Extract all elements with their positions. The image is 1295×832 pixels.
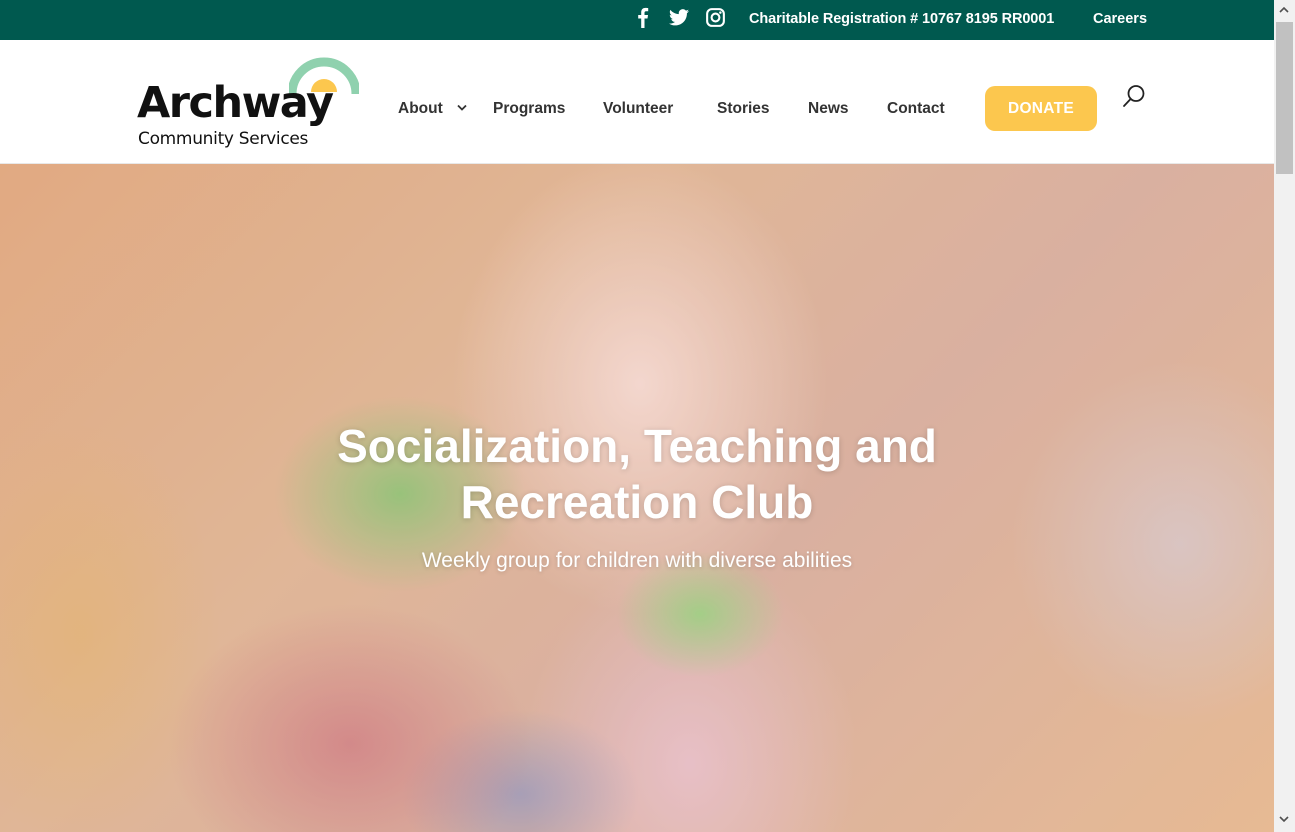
hero-title-line-2: Recreation Club <box>460 476 814 528</box>
nav-contact[interactable]: Contact <box>887 100 945 118</box>
nav-stories[interactable]: Stories <box>717 100 770 118</box>
hero-title: Socialization, Teaching and Recreation C… <box>0 418 1274 530</box>
search-icon[interactable] <box>1122 84 1146 110</box>
hero-title-line-1: Socialization, Teaching and <box>337 420 937 472</box>
scroll-up-icon[interactable] <box>1278 6 1290 14</box>
nav-volunteer[interactable]: Volunteer <box>603 100 673 118</box>
logo-subtitle: Community Services <box>138 129 309 149</box>
logo-wordmark: Archway <box>137 78 334 128</box>
chevron-down-icon[interactable] <box>457 104 467 112</box>
site-header: Archway Community Services About Program… <box>0 40 1274 164</box>
nav-programs[interactable]: Programs <box>493 100 565 118</box>
archway-logo[interactable]: Archway Community Services <box>137 54 363 154</box>
scrollbar-thumb[interactable] <box>1276 22 1293 174</box>
hero-banner: Socialization, Teaching and Recreation C… <box>0 164 1274 832</box>
nav-news[interactable]: News <box>808 100 849 118</box>
donate-button[interactable]: DONATE <box>985 86 1097 131</box>
scroll-down-icon[interactable] <box>1278 815 1290 823</box>
hero-subtitle: Weekly group for children with diverse a… <box>421 549 853 572</box>
nav-about[interactable]: About <box>398 100 443 118</box>
twitter-icon[interactable] <box>669 9 689 26</box>
top-bar: Charitable Registration # 10767 8195 RR0… <box>0 0 1274 40</box>
instagram-icon[interactable] <box>706 8 725 27</box>
charitable-registration: Charitable Registration # 10767 8195 RR0… <box>749 11 1055 27</box>
facebook-icon[interactable] <box>636 7 649 28</box>
careers-link[interactable]: Careers <box>1093 11 1147 27</box>
